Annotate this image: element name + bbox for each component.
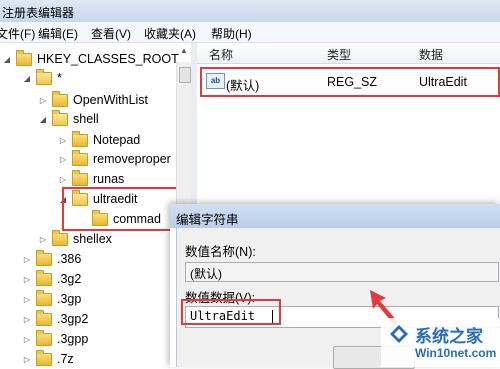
- expand-icon[interactable]: ▷: [22, 275, 32, 284]
- tree-item-notepad[interactable]: ▷ Notepad: [58, 130, 140, 149]
- tree-item-shell[interactable]: ◢ shell: [38, 109, 99, 128]
- folder-icon: [36, 349, 52, 366]
- folder-open-icon: [52, 109, 68, 126]
- tree-item-runas[interactable]: ▷ runas: [58, 169, 124, 188]
- tree-item-3g2[interactable]: ▷ .3g2: [22, 269, 81, 288]
- highlight-box-row: [200, 67, 500, 97]
- tree-item-removeproper[interactable]: ▷ removeproper: [58, 149, 171, 168]
- folder-icon: [52, 229, 68, 246]
- folder-icon: [36, 329, 52, 346]
- menu-favorites[interactable]: 收藏夹(A): [144, 25, 196, 42]
- folder-icon: [36, 249, 52, 266]
- highlight-box-tree: [62, 187, 180, 231]
- column-type[interactable]: 类型: [327, 46, 351, 63]
- tree-item-3gp2[interactable]: ▷ .3gp2: [22, 309, 88, 328]
- tree-item-3gpp[interactable]: ▷ .3gpp: [22, 329, 88, 348]
- folder-icon: [36, 269, 52, 286]
- dialog-title: 编辑字符串: [176, 213, 239, 227]
- tree-item-star[interactable]: ◢ *: [22, 68, 62, 87]
- expand-icon[interactable]: ▷: [22, 355, 32, 364]
- folder-open-icon: [36, 68, 52, 85]
- expand-icon[interactable]: ▷: [58, 155, 68, 164]
- scroll-up-icon[interactable]: ▲: [180, 46, 188, 55]
- tree-item-7z[interactable]: ▷ .7z: [22, 349, 74, 368]
- window-title: 注册表编辑器: [2, 6, 75, 20]
- menu-view[interactable]: 查看(V): [91, 25, 131, 42]
- expand-icon[interactable]: ▷: [22, 335, 32, 344]
- watermark-brand: 系统之家: [415, 327, 483, 346]
- list-header: 名称 类型 数据: [197, 43, 500, 64]
- menu-bar: 文件(F) 编辑(E) 查看(V) 收藏夹(A) 帮助(H): [0, 22, 500, 43]
- watermark-site: Win10net.com: [415, 346, 497, 360]
- expand-icon[interactable]: ▷: [22, 255, 32, 264]
- menu-edit[interactable]: 编辑(E): [38, 25, 78, 42]
- tree-item-3gp[interactable]: ▷ .3gp: [22, 289, 81, 308]
- value-name-label: 数值名称(N):: [185, 245, 256, 259]
- collapse-icon[interactable]: ◢: [38, 115, 48, 124]
- expand-icon[interactable]: ▷: [22, 315, 32, 324]
- watermark: 系统之家 Win10net.com: [381, 318, 500, 367]
- expand-icon[interactable]: ▷: [22, 295, 32, 304]
- tree-item-hkcr[interactable]: ◢ HKEY_CLASSES_ROOT: [2, 49, 179, 68]
- title-bar: 注册表编辑器: [0, 0, 500, 22]
- folder-icon: [36, 289, 52, 306]
- tree-item-386[interactable]: ▷ .386: [22, 249, 81, 268]
- column-name[interactable]: 名称: [209, 46, 233, 63]
- collapse-icon[interactable]: ◢: [22, 74, 32, 83]
- dialog-title-bar[interactable]: 编辑字符串: [170, 204, 500, 228]
- collapse-icon[interactable]: ◢: [2, 55, 12, 64]
- expand-icon[interactable]: ▷: [58, 175, 68, 184]
- folder-icon: [52, 90, 68, 107]
- folder-icon: [36, 309, 52, 326]
- folder-icon: [16, 49, 32, 66]
- folder-icon: [72, 149, 88, 166]
- brand-logo-icon: [390, 325, 408, 343]
- menu-help[interactable]: 帮助(H): [211, 25, 252, 42]
- expand-icon[interactable]: ▷: [58, 136, 68, 145]
- highlight-box-data: [181, 299, 281, 325]
- scroll-thumb[interactable]: [179, 67, 191, 83]
- value-name-field: (默认): [185, 262, 499, 282]
- tree-item-openwithlist[interactable]: ▷ OpenWithList: [38, 90, 148, 109]
- expand-icon[interactable]: ▷: [38, 96, 48, 105]
- tree-item-shellex[interactable]: ▷ shellex: [38, 229, 112, 248]
- column-data[interactable]: 数据: [419, 46, 443, 63]
- expand-icon[interactable]: ▷: [38, 235, 48, 244]
- menu-file[interactable]: 文件(F): [0, 25, 35, 42]
- folder-icon: [72, 130, 88, 147]
- folder-icon: [72, 169, 88, 186]
